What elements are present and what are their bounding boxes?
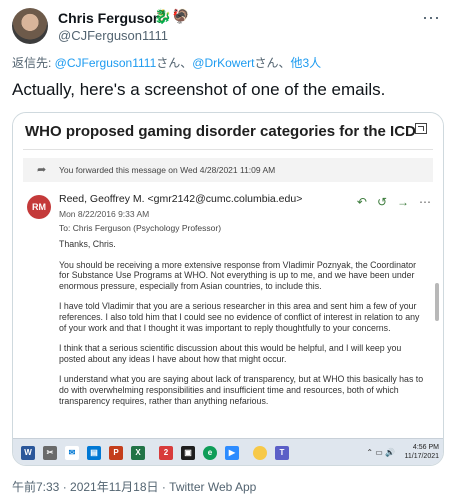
reply-separator: さん、 [254,56,291,70]
reply-others-link[interactable]: 他3人 [290,56,321,70]
email-subject: WHO proposed gaming disorder categories … [25,123,416,140]
author-handle[interactable]: @CJFerguson1111 [58,28,168,43]
sender-avatar: RM [27,195,51,219]
tweet-header: Chris Ferguson 🐉🦃 @CJFerguson1111 ⋯ [12,8,444,48]
forward-icon[interactable]: → [397,195,409,209]
snipping-tool-icon[interactable]: ✂ [43,446,57,460]
forward-info-icon: ➦ [37,164,47,176]
tweet-timestamp[interactable]: 午前7:33 · 2021年11月18日 · Twitter Web App [12,478,256,495]
forward-banner: ➦ You forwarded this message on Wed 4/28… [23,158,433,182]
sender-name: Reed, Geoffrey M. <gmr2142@cumc.columbia… [59,193,303,205]
outlook-icon[interactable]: ✉ [65,446,79,460]
excel-icon[interactable]: X [131,446,145,460]
tweet-text: Actually, here's a screenshot of one of … [12,80,386,99]
scrollbar[interactable] [435,283,439,321]
email-actions: ↶ ↺ → ⋯ [347,195,431,209]
email-window: WHO proposed gaming disorder categories … [13,113,443,438]
forward-banner-text: You forwarded this message on Wed 4/28/2… [59,165,276,175]
windows-taskbar: W ✂ ✉ ▤ P X 2 ▣ e ▶ T ⌃ ▭ 🔊 4:56 PM 11/1… [13,438,443,465]
email-paragraph: I think that a serious scientific discus… [59,343,402,364]
reply-mention-link[interactable]: @CJFerguson1111 [55,56,157,70]
more-actions-icon[interactable]: ⋯ [419,195,431,209]
email-paragraph: I understand what you are saying about l… [59,374,424,406]
reply-all-icon[interactable]: ↺ [377,195,387,209]
author-name[interactable]: Chris Ferguson [58,10,161,26]
zoom-icon[interactable]: ▶ [225,446,239,460]
teams-icon[interactable]: T [275,446,289,460]
terminal-icon[interactable]: ▣ [181,446,195,460]
avatar[interactable] [12,8,48,44]
edge-icon[interactable]: e [203,446,217,460]
reply-mention-link[interactable]: @DrKowert [192,56,254,70]
reply-separator: さん、 [156,56,193,70]
clock-date: 11/17/2021 [404,453,439,460]
popout-icon[interactable] [415,123,427,134]
email-paragraph: I have told Vladimir that you are a seri… [59,301,420,333]
name-emoji-badges: 🐉🦃 [154,8,191,24]
divider [23,149,433,150]
reply-icon[interactable]: ↶ [357,195,367,209]
mail-icon[interactable]: ▤ [87,446,101,460]
powerpoint-icon[interactable]: P [109,446,123,460]
system-tray-icons[interactable]: ⌃ ▭ 🔊 [366,448,395,457]
clock[interactable]: 4:56 PM 11/17/2021 [404,443,439,461]
more-icon[interactable]: ⋯ [422,8,440,29]
tweet-media-image[interactable]: WHO proposed gaming disorder categories … [12,112,444,466]
app-icon[interactable]: 2 [159,446,173,460]
reply-to-line: 返信先: @CJFerguson1111さん、@DrKowertさん、他3人 [12,54,321,71]
clock-time: 4:56 PM [412,444,439,451]
email-body: Thanks, Chris. You should be receiving a… [59,239,427,416]
sent-date: Mon 8/22/2016 9:33 AM [59,209,150,219]
email-greeting: Thanks, Chris. [59,239,116,249]
reply-prefix: 返信先: [12,56,55,70]
weather-icon[interactable] [253,446,267,460]
email-paragraph: You should be receiving a more extensive… [59,259,417,291]
recipient-line: To: Chris Ferguson (Psychology Professor… [59,223,222,233]
word-icon[interactable]: W [21,446,35,460]
